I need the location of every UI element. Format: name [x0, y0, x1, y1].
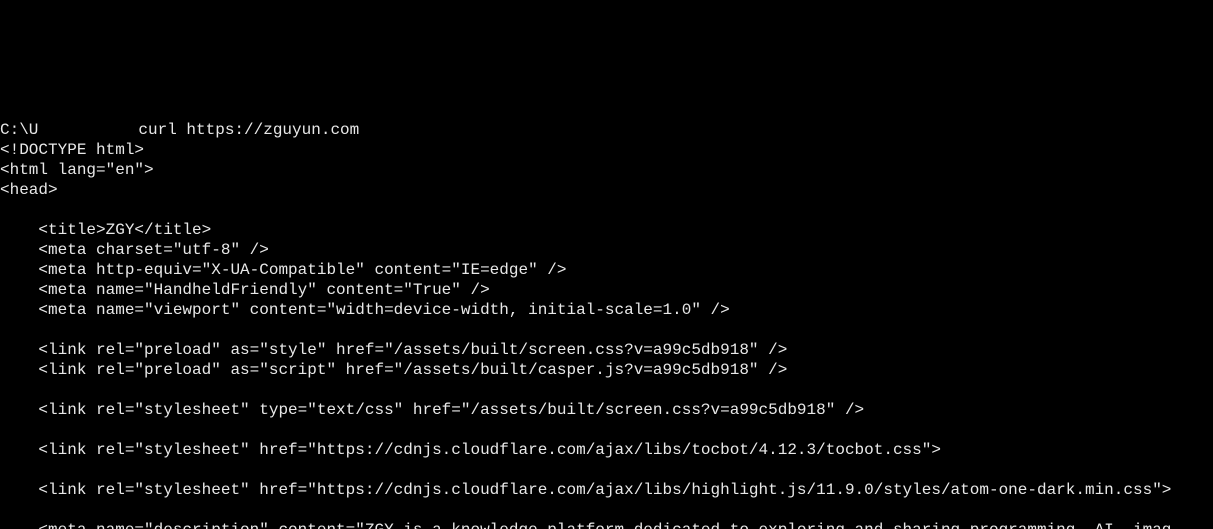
output-line: <html lang="en">	[0, 161, 154, 179]
output-line: <link rel="preload" as="style" href="/as…	[0, 341, 787, 359]
output-line: <link rel="preload" as="script" href="/a…	[0, 361, 787, 379]
output-line: <meta name="viewport" content="width=dev…	[0, 301, 730, 319]
prompt-path-prefix: C:\U	[0, 121, 38, 139]
output-line: <link rel="stylesheet" href="https://cdn…	[0, 481, 1171, 499]
output-line: <meta name="HandheldFriendly" content="T…	[0, 281, 490, 299]
prompt-command: curl https://zguyun.com	[138, 121, 359, 139]
output-line: <link rel="stylesheet" href="https://cdn…	[0, 441, 941, 459]
output-line: <!DOCTYPE html>	[0, 141, 144, 159]
output-line: <head>	[0, 181, 58, 199]
output-line: <title>ZGY</title>	[0, 221, 211, 239]
prompt-line: C:\U curl https://zguyun.com	[0, 121, 359, 139]
output-line: <link rel="stylesheet" type="text/css" h…	[0, 401, 864, 419]
output-line: <meta charset="utf-8" />	[0, 241, 269, 259]
terminal-output[interactable]: C:\U curl https://zguyun.com <!DOCTYPE ht…	[0, 100, 1213, 529]
output-line: <meta http-equiv="X-UA-Compatible" conte…	[0, 261, 567, 279]
redacted-path	[38, 123, 138, 139]
output-line: <meta name="description" content="ZGY is…	[0, 521, 1171, 529]
